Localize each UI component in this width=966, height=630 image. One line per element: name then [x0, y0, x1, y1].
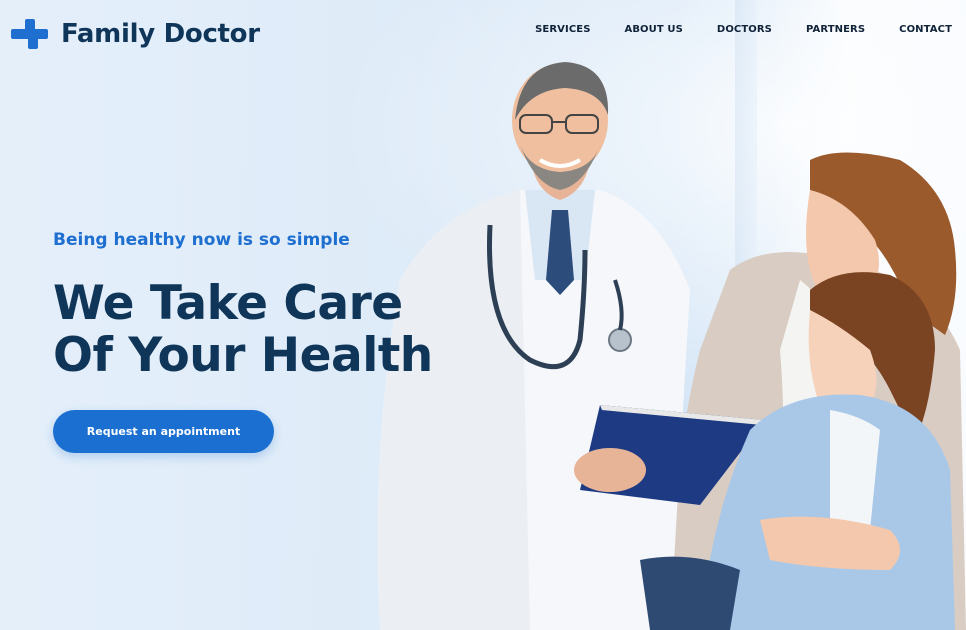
hero-photo: [377, 62, 966, 630]
hero-headline-line-1: We Take Care: [53, 276, 403, 331]
brand-logo[interactable]: Family Doctor: [11, 18, 260, 50]
nav-link-partners[interactable]: PARTNERS: [806, 24, 865, 35]
brand-name: Family Doctor: [61, 19, 260, 49]
hero-headline-line-2: Of Your Health: [53, 328, 433, 383]
hero-headline: We Take Care Of Your Health: [53, 278, 433, 382]
hero-tagline: Being healthy now is so simple: [53, 230, 350, 250]
request-appointment-button[interactable]: Request an appointment: [53, 410, 274, 453]
medical-cross-icon: [11, 18, 49, 50]
nav-link-about-us[interactable]: ABOUT US: [625, 24, 683, 35]
main-nav: SERVICES ABOUT US DOCTORS PARTNERS CONTA…: [535, 24, 952, 35]
nav-link-doctors[interactable]: DOCTORS: [717, 24, 772, 35]
nav-link-contact[interactable]: CONTACT: [899, 24, 952, 35]
nav-link-services[interactable]: SERVICES: [535, 24, 590, 35]
